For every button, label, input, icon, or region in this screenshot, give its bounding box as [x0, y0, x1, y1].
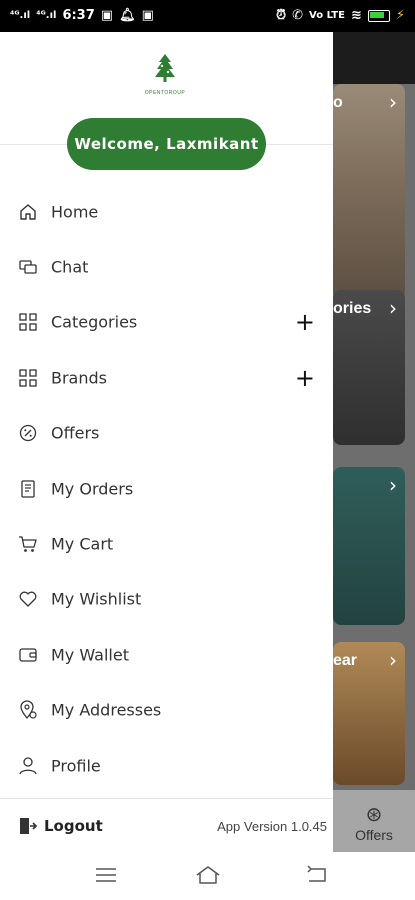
tree-logo-icon: [155, 54, 175, 82]
category-card-label: ories: [333, 300, 372, 317]
app-version: App Version 1.0.45: [217, 819, 327, 834]
logout-button[interactable]: Logout: [18, 816, 103, 836]
chat-icon: [19, 260, 37, 274]
background-app: o › ories › › ear › ⊛ Offers: [333, 32, 415, 852]
menu-item-my-addresses[interactable]: My Addresses: [0, 683, 333, 738]
battery-icon: [367, 9, 390, 22]
menu-item-offers[interactable]: Offers: [0, 406, 333, 461]
cart-icon: [19, 536, 37, 552]
chevron-right-icon: ›: [389, 296, 397, 320]
welcome-banner: Welcome, Laxmikant: [67, 118, 266, 170]
category-card-label: o: [333, 94, 343, 111]
menu-item-label: My Wishlist: [51, 589, 142, 609]
menu-item-label: Profile: [51, 756, 101, 776]
offers-tab: ⊛ Offers: [333, 802, 415, 843]
menu-item-label: My Cart: [51, 534, 114, 554]
expand-categories-button[interactable]: +: [295, 310, 315, 334]
call-icon: ✆: [292, 8, 304, 23]
menu-item-my-orders[interactable]: My Orders: [0, 461, 333, 516]
home-nav-icon[interactable]: [195, 864, 221, 886]
category-card-label: ear: [333, 652, 358, 669]
category-card: ories ›: [333, 290, 405, 445]
offers-tab-icon: ⊛: [365, 804, 383, 826]
percent-badge-icon: [19, 425, 37, 442]
orders-icon: [21, 479, 35, 498]
menu-item-label: My Wallet: [51, 645, 129, 665]
menu-item-categories[interactable]: Categories +: [0, 295, 333, 350]
brand-logo: OPENTOROUP: [138, 52, 192, 98]
drawer-menu: Home Chat Categories + Brands + Offers M…: [0, 184, 333, 793]
menu-item-my-cart[interactable]: My Cart: [0, 516, 333, 571]
footer-divider: [0, 798, 333, 799]
user-icon: [19, 756, 37, 774]
alarm-icon: ⏰︎: [275, 8, 287, 23]
offers-tab-label: Offers: [355, 827, 393, 843]
expand-brands-button[interactable]: +: [295, 366, 315, 390]
back-nav-icon[interactable]: [305, 864, 331, 886]
chevron-right-icon: ›: [389, 473, 397, 497]
menu-item-label: Brands: [51, 368, 107, 388]
grid-icon: [19, 369, 37, 387]
chevron-right-icon: ›: [389, 90, 397, 114]
category-card: ›: [333, 467, 405, 625]
menu-item-my-wallet[interactable]: My Wallet: [0, 627, 333, 682]
wifi-icon: ≋: [350, 8, 362, 23]
menu-item-label: Offers: [51, 423, 100, 443]
menu-item-label: My Orders: [51, 479, 134, 499]
logout-label: Logout: [44, 817, 103, 835]
menu-item-brands[interactable]: Brands +: [0, 350, 333, 405]
charging-icon: ⚡︎: [395, 8, 405, 23]
menu-item-chat[interactable]: Chat: [0, 239, 333, 294]
background-header: [333, 32, 415, 84]
notification-icon: ▣: [100, 8, 114, 23]
bell-icon: 🔔︎: [119, 8, 136, 23]
menu-item-my-wishlist[interactable]: My Wishlist: [0, 572, 333, 627]
category-card: ear ›: [333, 642, 405, 785]
heart-icon: [19, 592, 37, 608]
clock: 6:37: [62, 8, 95, 23]
system-nav-bar: [0, 852, 415, 900]
menu-item-label: Categories: [51, 312, 138, 332]
home-icon: [20, 203, 36, 220]
status-bar: ⁴ᴳ.ıl ⁴ᴳ.ıl 6:37 ▣ 🔔︎ ▣ ⏰︎ ✆ Vo LTE ≋ ⚡︎: [0, 0, 415, 32]
category-card: o ›: [333, 84, 405, 299]
menu-nav-icon[interactable]: [94, 864, 120, 886]
menu-item-home[interactable]: Home: [0, 184, 333, 239]
signal-indicator: ⁴ᴳ.ıl: [10, 10, 31, 21]
grid-icon: [19, 313, 37, 332]
app-notification-icon: ▣: [141, 8, 154, 23]
volte-indicator: Vo LTE: [309, 10, 345, 21]
logout-icon: [20, 818, 38, 834]
menu-item-label: Home: [51, 202, 99, 222]
wallet-icon: [19, 648, 37, 662]
menu-item-label: My Addresses: [51, 700, 162, 720]
logo-text: OPENTOROUP: [144, 90, 186, 96]
chevron-right-icon: ›: [389, 648, 397, 672]
menu-item-profile[interactable]: Profile: [0, 738, 333, 793]
signal-indicator-2: ⁴ᴳ.ıl: [36, 10, 57, 21]
navigation-drawer: OPENTOROUP Welcome, Laxmikant Home Chat …: [0, 32, 333, 852]
location-icon: [20, 700, 37, 720]
menu-item-label: Chat: [51, 257, 89, 277]
